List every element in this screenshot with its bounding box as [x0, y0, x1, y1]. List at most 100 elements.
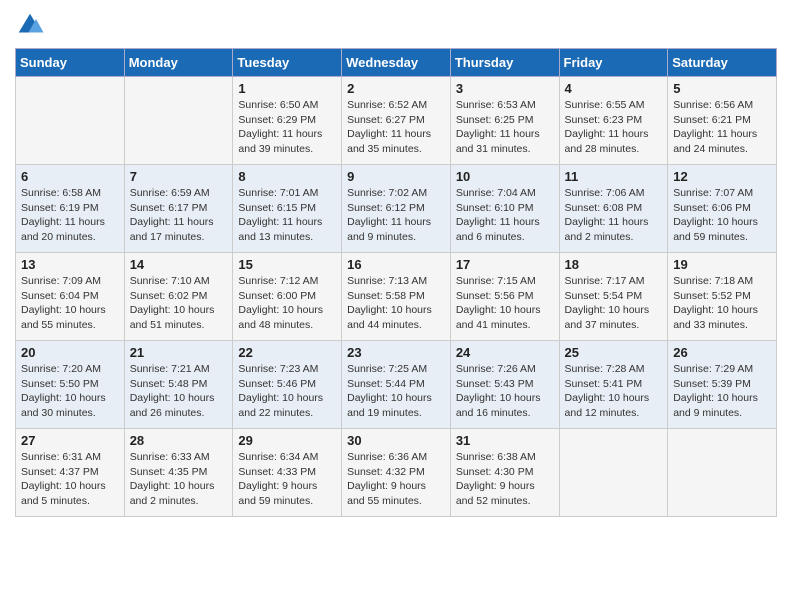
day-number: 13 [21, 257, 119, 272]
day-number: 5 [673, 81, 771, 96]
calendar-cell: 4 Sunrise: 6:55 AM Sunset: 6:23 PM Daylig… [559, 77, 668, 165]
calendar-cell: 24 Sunrise: 7:26 AM Sunset: 5:43 PM Dayli… [450, 341, 559, 429]
day-info: Sunrise: 7:10 AM Sunset: 6:02 PM Dayligh… [130, 274, 228, 333]
day-info: Sunrise: 7:28 AM Sunset: 5:41 PM Dayligh… [565, 362, 663, 421]
day-info: Sunrise: 6:31 AM Sunset: 4:37 PM Dayligh… [21, 450, 119, 509]
day-number: 27 [21, 433, 119, 448]
day-number: 23 [347, 345, 445, 360]
day-number: 9 [347, 169, 445, 184]
calendar-cell: 20Sunrise: 7:20 AM Sunset: 5:50 PM Dayli… [16, 341, 125, 429]
day-info: Sunrise: 6:56 AM Sunset: 6:21 PM Dayligh… [673, 98, 771, 157]
calendar-week-row: 1 Sunrise: 6:50 AM Sunset: 6:29 PM Daylig… [16, 77, 777, 165]
calendar-week-row: 6 Sunrise: 6:58 AM Sunset: 6:19 PM Daylig… [16, 165, 777, 253]
day-info: Sunrise: 7:20 AM Sunset: 5:50 PM Dayligh… [21, 362, 119, 421]
day-number: 6 [21, 169, 119, 184]
day-number: 25 [565, 345, 663, 360]
calendar-cell: 3 Sunrise: 6:53 AM Sunset: 6:25 PM Daylig… [450, 77, 559, 165]
col-header-sunday: Sunday [16, 49, 125, 77]
day-info: Sunrise: 6:53 AM Sunset: 6:25 PM Dayligh… [456, 98, 554, 157]
calendar-cell: 8 Sunrise: 7:01 AM Sunset: 6:15 PM Daylig… [233, 165, 342, 253]
day-info: Sunrise: 7:15 AM Sunset: 5:56 PM Dayligh… [456, 274, 554, 333]
day-info: Sunrise: 6:36 AM Sunset: 4:32 PM Dayligh… [347, 450, 445, 509]
day-number: 16 [347, 257, 445, 272]
day-info: Sunrise: 7:17 AM Sunset: 5:54 PM Dayligh… [565, 274, 663, 333]
calendar-header-row: SundayMondayTuesdayWednesdayThursdayFrid… [16, 49, 777, 77]
day-info: Sunrise: 7:21 AM Sunset: 5:48 PM Dayligh… [130, 362, 228, 421]
day-info: Sunrise: 6:50 AM Sunset: 6:29 PM Dayligh… [238, 98, 336, 157]
col-header-friday: Friday [559, 49, 668, 77]
day-info: Sunrise: 6:38 AM Sunset: 4:30 PM Dayligh… [456, 450, 554, 509]
calendar-cell: 25 Sunrise: 7:28 AM Sunset: 5:41 PM Dayli… [559, 341, 668, 429]
page-header [15, 10, 777, 40]
day-info: Sunrise: 7:25 AM Sunset: 5:44 PM Dayligh… [347, 362, 445, 421]
calendar-cell: 18 Sunrise: 7:17 AM Sunset: 5:54 PM Dayli… [559, 253, 668, 341]
calendar-cell: 2Sunrise: 6:52 AM Sunset: 6:27 PM Daylig… [342, 77, 451, 165]
calendar-cell: 14 Sunrise: 7:10 AM Sunset: 6:02 PM Dayli… [124, 253, 233, 341]
day-number: 26 [673, 345, 771, 360]
col-header-monday: Monday [124, 49, 233, 77]
calendar-cell: 7Sunrise: 6:59 AM Sunset: 6:17 PM Daylig… [124, 165, 233, 253]
col-header-tuesday: Tuesday [233, 49, 342, 77]
calendar-cell: 10 Sunrise: 7:04 AM Sunset: 6:10 PM Dayli… [450, 165, 559, 253]
day-info: Sunrise: 6:33 AM Sunset: 4:35 PM Dayligh… [130, 450, 228, 509]
calendar-cell: 15 Sunrise: 7:12 AM Sunset: 6:00 PM Dayli… [233, 253, 342, 341]
day-info: Sunrise: 7:09 AM Sunset: 6:04 PM Dayligh… [21, 274, 119, 333]
day-info: Sunrise: 6:55 AM Sunset: 6:23 PM Dayligh… [565, 98, 663, 157]
calendar-cell: 5 Sunrise: 6:56 AM Sunset: 6:21 PM Daylig… [668, 77, 777, 165]
calendar-cell: 16Sunrise: 7:13 AM Sunset: 5:58 PM Dayli… [342, 253, 451, 341]
calendar-cell: 28Sunrise: 6:33 AM Sunset: 4:35 PM Dayli… [124, 429, 233, 517]
day-info: Sunrise: 6:52 AM Sunset: 6:27 PM Dayligh… [347, 98, 445, 157]
day-info: Sunrise: 7:06 AM Sunset: 6:08 PM Dayligh… [565, 186, 663, 245]
calendar-cell [124, 77, 233, 165]
calendar-table: SundayMondayTuesdayWednesdayThursdayFrid… [15, 48, 777, 517]
day-info: Sunrise: 7:26 AM Sunset: 5:43 PM Dayligh… [456, 362, 554, 421]
day-info: Sunrise: 7:04 AM Sunset: 6:10 PM Dayligh… [456, 186, 554, 245]
calendar-cell: 12 Sunrise: 7:07 AM Sunset: 6:06 PM Dayli… [668, 165, 777, 253]
day-info: Sunrise: 7:02 AM Sunset: 6:12 PM Dayligh… [347, 186, 445, 245]
calendar-cell: 17 Sunrise: 7:15 AM Sunset: 5:56 PM Dayli… [450, 253, 559, 341]
calendar-cell: 6 Sunrise: 6:58 AM Sunset: 6:19 PM Daylig… [16, 165, 125, 253]
day-number: 7 [130, 169, 228, 184]
day-number: 22 [238, 345, 336, 360]
day-number: 31 [456, 433, 554, 448]
calendar-cell: 9 Sunrise: 7:02 AM Sunset: 6:12 PM Daylig… [342, 165, 451, 253]
day-number: 29 [238, 433, 336, 448]
calendar-cell: 23 Sunrise: 7:25 AM Sunset: 5:44 PM Dayli… [342, 341, 451, 429]
day-info: Sunrise: 7:29 AM Sunset: 5:39 PM Dayligh… [673, 362, 771, 421]
day-number: 1 [238, 81, 336, 96]
day-number: 19 [673, 257, 771, 272]
calendar-cell: 31 Sunrise: 6:38 AM Sunset: 4:30 PM Dayli… [450, 429, 559, 517]
calendar-cell: 13 Sunrise: 7:09 AM Sunset: 6:04 PM Dayli… [16, 253, 125, 341]
day-number: 14 [130, 257, 228, 272]
day-number: 10 [456, 169, 554, 184]
calendar-cell: 22Sunrise: 7:23 AM Sunset: 5:46 PM Dayli… [233, 341, 342, 429]
day-number: 11 [565, 169, 663, 184]
day-info: Sunrise: 7:12 AM Sunset: 6:00 PM Dayligh… [238, 274, 336, 333]
day-number: 15 [238, 257, 336, 272]
day-number: 24 [456, 345, 554, 360]
calendar-cell: 29 Sunrise: 6:34 AM Sunset: 4:33 PM Dayli… [233, 429, 342, 517]
day-info: Sunrise: 6:34 AM Sunset: 4:33 PM Dayligh… [238, 450, 336, 509]
day-number: 30 [347, 433, 445, 448]
calendar-week-row: 20Sunrise: 7:20 AM Sunset: 5:50 PM Dayli… [16, 341, 777, 429]
calendar-cell: 1 Sunrise: 6:50 AM Sunset: 6:29 PM Daylig… [233, 77, 342, 165]
day-number: 8 [238, 169, 336, 184]
day-number: 21 [130, 345, 228, 360]
calendar-cell: 27 Sunrise: 6:31 AM Sunset: 4:37 PM Dayli… [16, 429, 125, 517]
calendar-cell [16, 77, 125, 165]
day-number: 17 [456, 257, 554, 272]
col-header-thursday: Thursday [450, 49, 559, 77]
calendar-cell: 30 Sunrise: 6:36 AM Sunset: 4:32 PM Dayli… [342, 429, 451, 517]
calendar-cell [668, 429, 777, 517]
day-number: 3 [456, 81, 554, 96]
day-number: 4 [565, 81, 663, 96]
day-number: 18 [565, 257, 663, 272]
calendar-cell: 26 Sunrise: 7:29 AM Sunset: 5:39 PM Dayli… [668, 341, 777, 429]
day-info: Sunrise: 7:07 AM Sunset: 6:06 PM Dayligh… [673, 186, 771, 245]
calendar-cell: 11 Sunrise: 7:06 AM Sunset: 6:08 PM Dayli… [559, 165, 668, 253]
day-info: Sunrise: 6:58 AM Sunset: 6:19 PM Dayligh… [21, 186, 119, 245]
calendar-cell: 21 Sunrise: 7:21 AM Sunset: 5:48 PM Dayli… [124, 341, 233, 429]
calendar-cell [559, 429, 668, 517]
day-info: Sunrise: 7:01 AM Sunset: 6:15 PM Dayligh… [238, 186, 336, 245]
day-number: 12 [673, 169, 771, 184]
